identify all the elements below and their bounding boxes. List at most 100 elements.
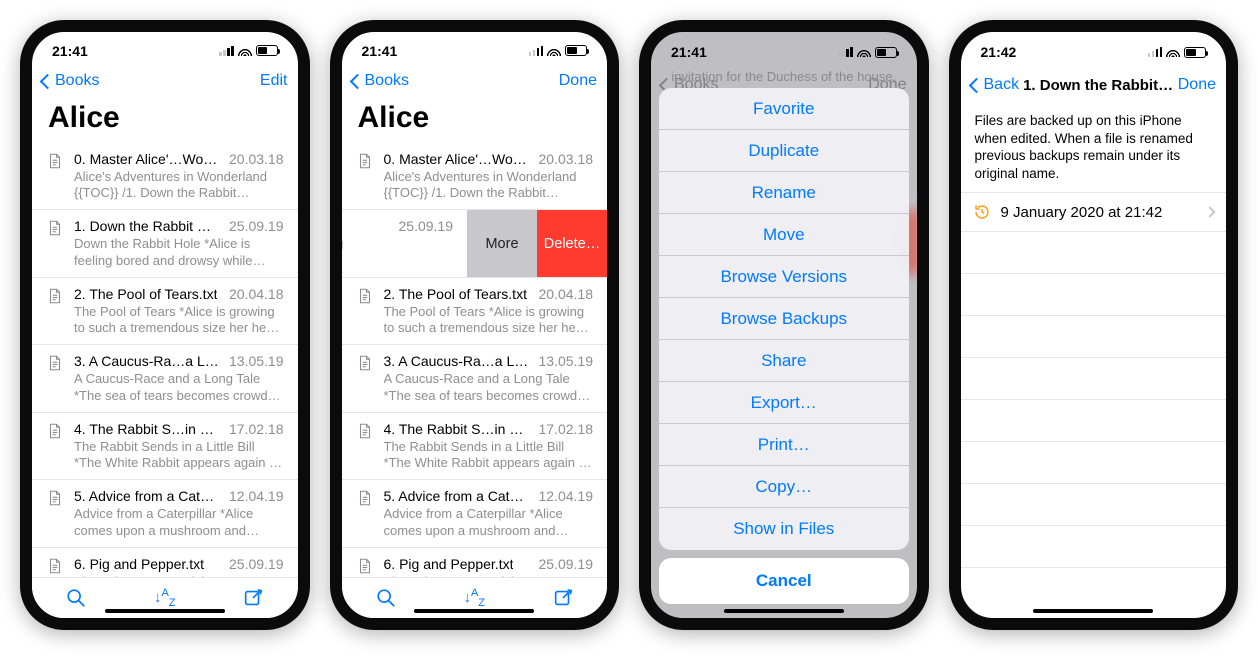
action-sheet-item[interactable]: Copy… bbox=[659, 466, 909, 508]
action-sheet-cancel-button[interactable]: Cancel bbox=[659, 558, 909, 604]
sort-button[interactable]: ↓AZ bbox=[462, 586, 486, 610]
document-icon-wrap bbox=[46, 219, 64, 237]
status-indicators bbox=[529, 45, 588, 56]
swipe-delete-button[interactable]: Delete… bbox=[537, 210, 607, 277]
action-sheet-item[interactable]: Duplicate bbox=[659, 130, 909, 172]
file-row[interactable]: 4. The Rabbit S…in a Little Bill.txt17.0… bbox=[342, 412, 608, 480]
compose-icon bbox=[552, 587, 574, 609]
file-row[interactable]: 2. The Pool of Tears.txt20.04.18The Pool… bbox=[342, 277, 608, 345]
done-button[interactable]: Done bbox=[559, 72, 597, 90]
document-icon-wrap bbox=[356, 557, 374, 575]
file-row[interactable]: 1. Down the Rabbit Hole.txt 25.09.19 Down … bbox=[32, 209, 298, 277]
file-list[interactable]: 0. Master Alice'…Wonderland.txt 20.03.18 A… bbox=[32, 143, 298, 578]
document-icon bbox=[356, 489, 374, 507]
file-row[interactable]: 6. Pig and Pepper.txt25.09.19Pig and Pep… bbox=[342, 547, 608, 578]
document-icon bbox=[46, 422, 64, 440]
file-name: 0. Master Alice'…Wonderland.txt bbox=[384, 151, 531, 167]
file-row[interactable]: 3. A Caucus-Ra…a Long Tale.txt13.05.19A … bbox=[32, 344, 298, 412]
file-list[interactable]: 0. Master Alice'…Wonderland.txt20.03.18A… bbox=[342, 143, 608, 578]
action-sheet-item[interactable]: Print… bbox=[659, 424, 909, 466]
file-row[interactable]: 3. A Caucus-Ra…a Long Tale.txt13.05.19A … bbox=[342, 344, 608, 412]
file-date: 25.09.19 bbox=[399, 218, 454, 234]
file-row-body: 6. Pig and Pepper.txt25.09.19Pig and Pep… bbox=[74, 556, 284, 578]
file-row-body: 5. Advice from a Caterpillar.txt12.04.19… bbox=[384, 488, 594, 539]
done-button[interactable]: Done bbox=[1178, 76, 1216, 94]
file-preview: bit Hole *Alice is feelingwsy while sitt… bbox=[342, 236, 454, 269]
document-icon bbox=[46, 489, 64, 507]
file-row[interactable]: 4. The Rabbit S…in a Little Bill.txt 17.0… bbox=[32, 412, 298, 480]
swiped-row[interactable]: abbit Hole.txt25.09.19bit Hole *Alice is… bbox=[342, 209, 608, 277]
file-date: 17.02.18 bbox=[229, 421, 284, 437]
back-button[interactable]: Books bbox=[42, 72, 99, 90]
action-sheet-item[interactable]: Rename bbox=[659, 172, 909, 214]
file-row-body: 3. A Caucus-Ra…a Long Tale.txt13.05.19A … bbox=[74, 353, 284, 404]
action-sheet-item[interactable]: Export… bbox=[659, 382, 909, 424]
file-name: 6. Pig and Pepper.txt bbox=[384, 556, 514, 572]
wifi-icon bbox=[547, 46, 561, 56]
file-name: 0. Master Alice'…Wonderland.txt bbox=[74, 151, 221, 167]
search-button[interactable] bbox=[374, 586, 398, 610]
file-date: 12.04.19 bbox=[539, 488, 594, 504]
status-bar: 21:42 bbox=[961, 32, 1227, 66]
document-icon-wrap bbox=[356, 354, 374, 372]
home-indicator[interactable] bbox=[1033, 609, 1153, 613]
action-sheet-item[interactable]: Move bbox=[659, 214, 909, 256]
folder-title: Alice bbox=[32, 99, 298, 143]
back-button[interactable]: Back bbox=[971, 76, 1020, 94]
clock: 21:41 bbox=[52, 43, 88, 59]
chevron-left-icon bbox=[352, 72, 363, 90]
file-preview: The Rabbit Sends in a Little Bill *The W… bbox=[384, 439, 594, 472]
done-label: Done bbox=[559, 72, 597, 90]
action-sheet-item[interactable]: Share bbox=[659, 340, 909, 382]
cellular-signal-icon bbox=[219, 46, 234, 56]
file-name: 1. Down the Rabbit Hole.txt bbox=[74, 218, 221, 234]
action-sheet-item[interactable]: Browse Versions bbox=[659, 256, 909, 298]
file-row[interactable]: 6. Pig and Pepper.txt25.09.19Pig and Pep… bbox=[32, 547, 298, 578]
file-row[interactable]: 0. Master Alice'…Wonderland.txt20.03.18A… bbox=[32, 143, 298, 210]
document-icon bbox=[356, 354, 374, 372]
document-icon-wrap bbox=[356, 287, 374, 305]
back-button[interactable]: Books bbox=[352, 72, 409, 90]
file-name: 6. Pig and Pepper.txt bbox=[74, 556, 204, 572]
empty-rows bbox=[961, 232, 1227, 568]
file-date: 17.02.18 bbox=[539, 421, 594, 437]
home-indicator[interactable] bbox=[724, 609, 844, 613]
search-icon bbox=[65, 587, 87, 609]
compose-button[interactable] bbox=[551, 586, 575, 610]
search-button[interactable] bbox=[64, 586, 88, 610]
file-row-body: 2. The Pool of Tears.txt20.04.18The Pool… bbox=[384, 286, 594, 337]
home-indicator[interactable] bbox=[414, 609, 534, 613]
backup-entry-row[interactable]: 9 January 2020 at 21:42 bbox=[961, 192, 1227, 232]
action-sheet-item[interactable]: Favorite bbox=[659, 88, 909, 130]
file-date: 25.09.19 bbox=[229, 218, 284, 234]
sort-icon: ↓AZ bbox=[154, 587, 176, 609]
file-row[interactable]: 5. Advice from a Caterpillar.txt12.04.19… bbox=[342, 479, 608, 547]
file-preview: The Rabbit Sends in a Little Bill *The W… bbox=[74, 439, 284, 472]
file-row[interactable]: 2. The Pool of Tears.txt20.04.18The Pool… bbox=[32, 277, 298, 345]
action-sheet-item[interactable]: Show in Files bbox=[659, 508, 909, 550]
file-row[interactable]: 5. Advice from a Caterpillar.txt12.04.19… bbox=[32, 479, 298, 547]
action-sheet-item[interactable]: Browse Backups bbox=[659, 298, 909, 340]
phone-screen-backups: 21:42 Back 1. Down the Rabbit Hole.txt D… bbox=[949, 20, 1239, 630]
chevron-left-icon bbox=[42, 72, 53, 90]
swipe-more-button[interactable]: More bbox=[467, 210, 537, 277]
file-preview: Advice from a Caterpillar *Alice comes u… bbox=[384, 506, 594, 539]
background-snippet: invitation for the Duchess of the house, bbox=[659, 69, 909, 88]
file-date: 20.03.18 bbox=[229, 151, 284, 167]
back-label: Back bbox=[984, 76, 1020, 94]
sort-button[interactable]: ↓AZ bbox=[153, 586, 177, 610]
file-name: 4. The Rabbit S…in a Little Bill.txt bbox=[74, 421, 221, 437]
action-sheet-overlay[interactable]: invitation for the Duchess of the house,… bbox=[651, 32, 917, 618]
backup-info-text: Files are backed up on this iPhone when … bbox=[961, 104, 1227, 192]
document-icon-wrap bbox=[46, 489, 64, 507]
compose-button[interactable] bbox=[241, 586, 265, 610]
file-date: 25.09.19 bbox=[229, 556, 284, 572]
document-icon-wrap bbox=[46, 287, 64, 305]
clock: 21:42 bbox=[981, 44, 1017, 60]
file-preview: Advice from a Caterpillar *Alice comes u… bbox=[74, 506, 284, 539]
file-row[interactable]: 0. Master Alice'…Wonderland.txt20.03.18A… bbox=[342, 143, 608, 210]
file-preview: Down the Rabbit Hole *Alice is feeling b… bbox=[74, 236, 284, 269]
home-indicator[interactable] bbox=[105, 609, 225, 613]
file-row-body: 0. Master Alice'…Wonderland.txt20.03.18A… bbox=[384, 151, 594, 202]
edit-button[interactable]: Edit bbox=[260, 72, 288, 90]
